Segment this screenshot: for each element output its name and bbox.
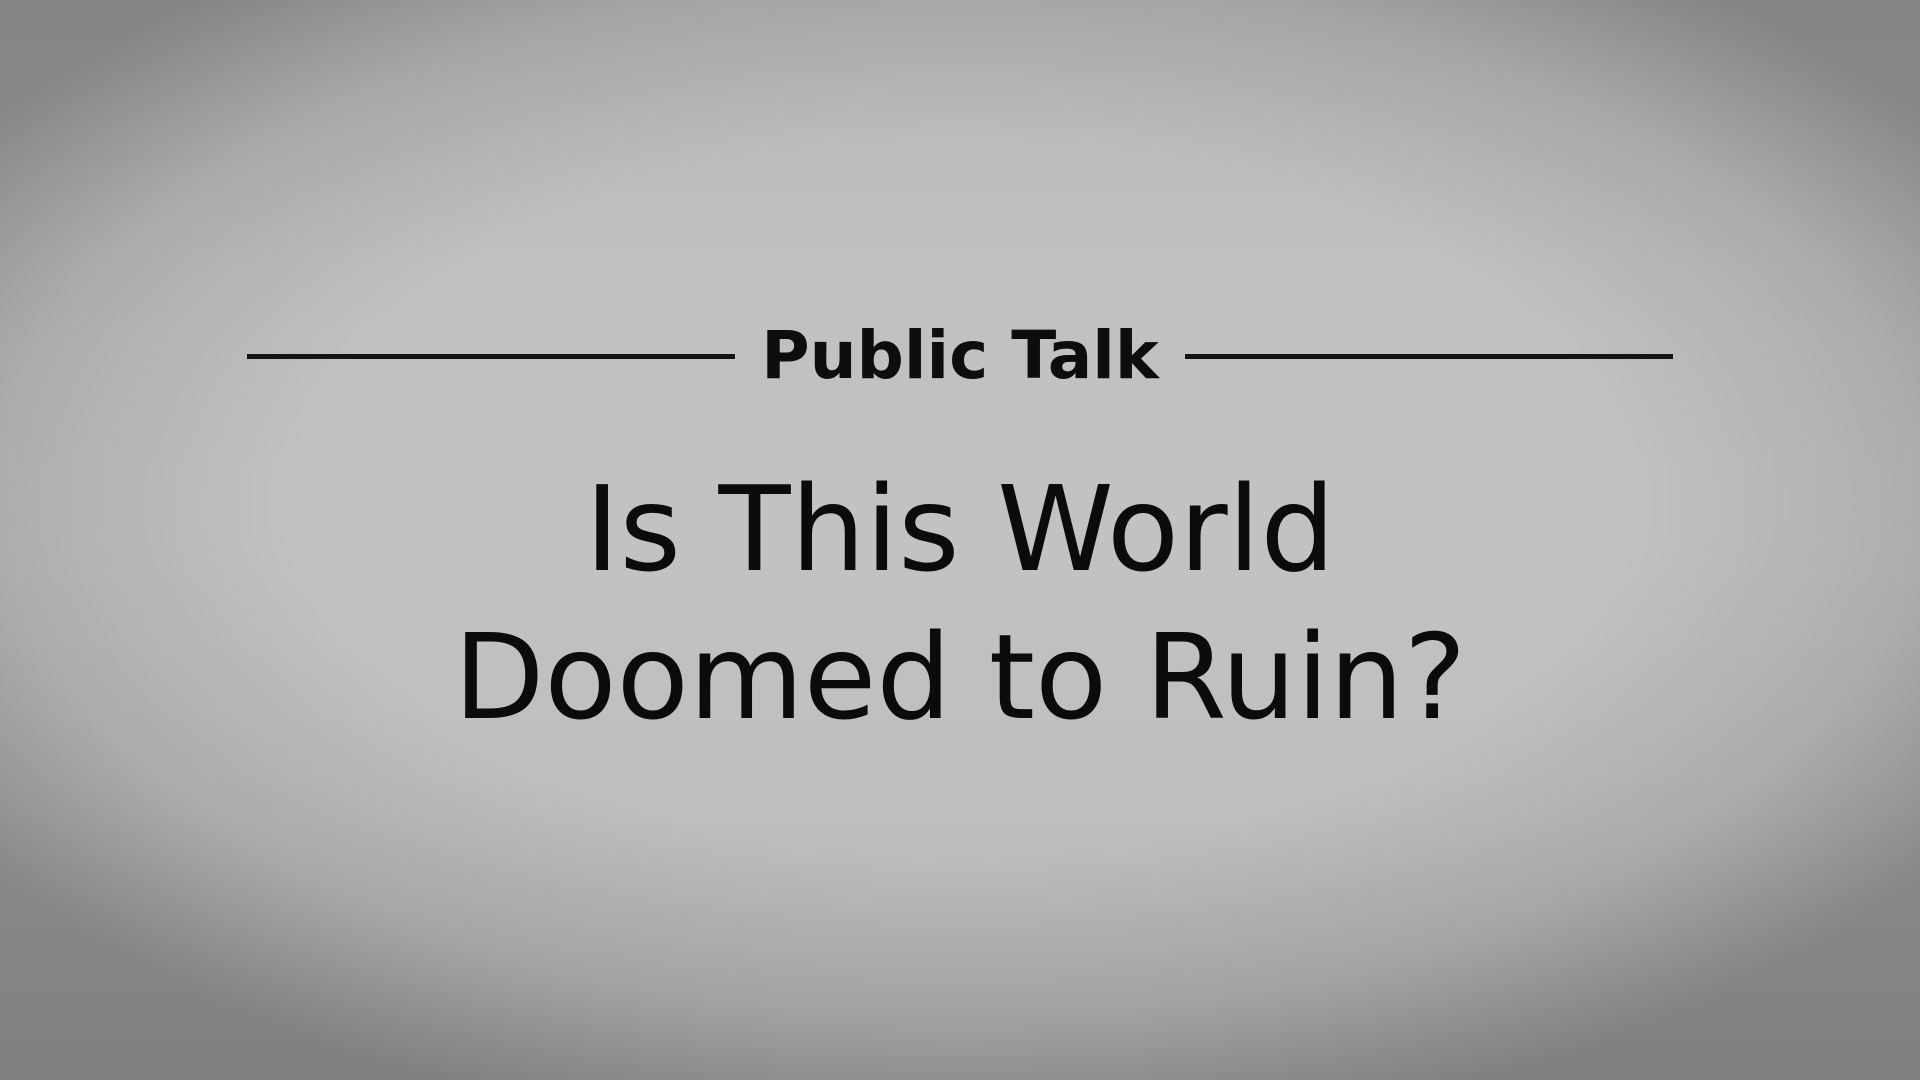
left-divider-line: [247, 353, 736, 359]
title-line-1: Is This World: [584, 460, 1336, 598]
subtitle: Public Talk: [761, 317, 1159, 394]
title-line-2: Doomed to Ruin?: [453, 608, 1467, 746]
talk-title: Is This World Doomed to Ruin?: [0, 455, 1920, 751]
slide-background: Public Talk Is This World Doomed to Ruin…: [0, 0, 1920, 1080]
right-divider-line: [1184, 353, 1674, 359]
subtitle-row: Public Talk: [247, 317, 1674, 394]
